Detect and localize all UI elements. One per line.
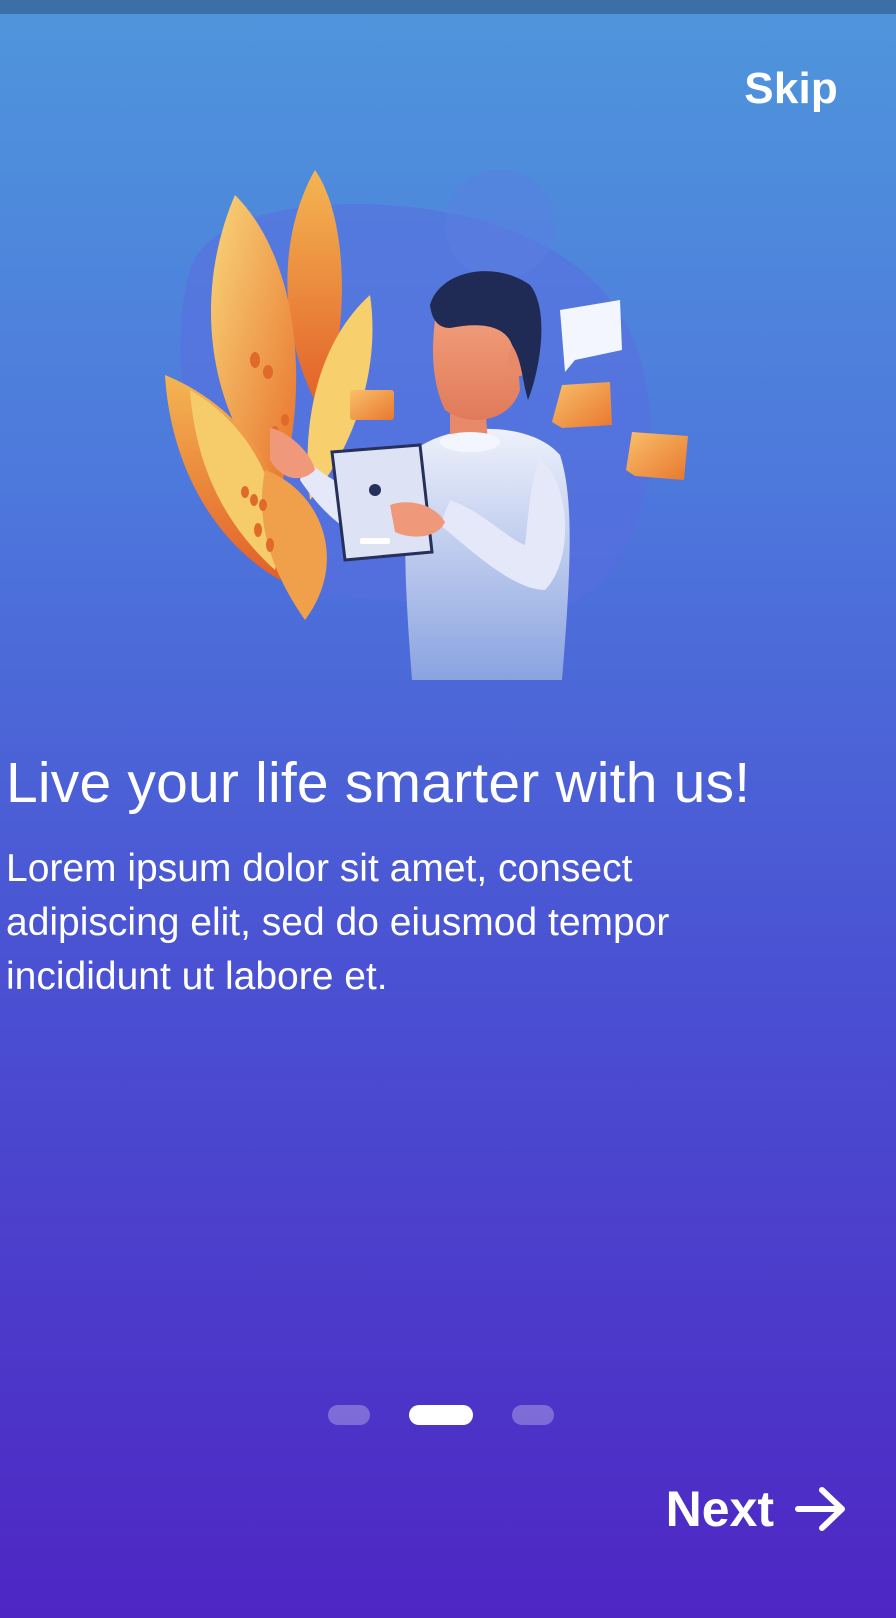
onboarding-screen: Skip Live your life smarter with us! Lor… xyxy=(0,0,896,1618)
page-indicator xyxy=(0,1405,896,1427)
page-dot-1[interactable] xyxy=(328,1405,370,1425)
person-with-tablet-illustration xyxy=(150,160,730,720)
arrow-right-icon xyxy=(794,1486,848,1532)
next-label: Next xyxy=(665,1481,774,1537)
page-dot-3[interactable] xyxy=(512,1405,554,1425)
page-dot-2-active[interactable] xyxy=(409,1405,473,1425)
onboarding-title: Live your life smarter with us! xyxy=(6,751,751,815)
status-bar xyxy=(0,0,896,14)
skip-button[interactable]: Skip xyxy=(744,64,838,114)
next-button[interactable]: Next xyxy=(666,1476,848,1542)
onboarding-description: Lorem ipsum dolor sit amet, consect adip… xyxy=(6,847,670,998)
